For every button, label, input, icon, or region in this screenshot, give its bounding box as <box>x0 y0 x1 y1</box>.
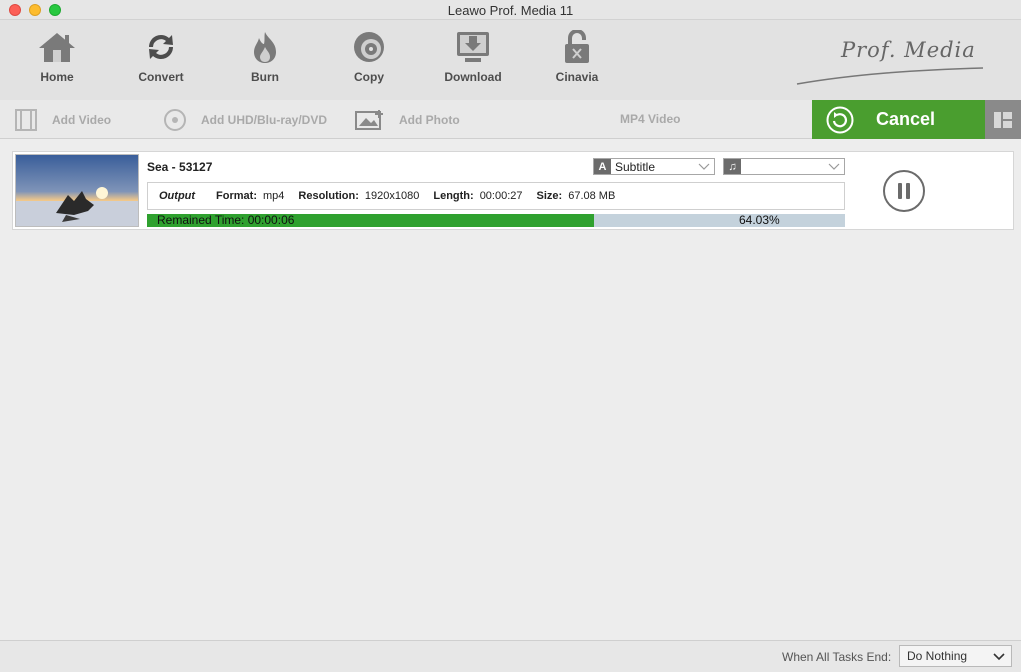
remained-time: Remained Time: 00:00:06 <box>157 213 295 227</box>
subtitle-icon: A <box>594 159 611 174</box>
sea-thumbnail-image <box>16 155 138 226</box>
chevron-down-icon <box>828 163 840 170</box>
cancel-refresh-icon <box>826 106 854 133</box>
chevron-down-icon <box>698 163 710 170</box>
disc-copy-icon <box>354 32 384 62</box>
title-bar: Leawo Prof. Media 11 <box>0 0 1021 20</box>
after-tasks-action-select[interactable]: Do Nothing <box>899 645 1012 667</box>
photo-icon <box>355 110 383 130</box>
toolbar-label: Copy <box>354 70 384 84</box>
toolbar-label: Home <box>40 70 74 84</box>
logo-text: Prof. Media <box>841 38 976 62</box>
toolbar-label: Convert <box>138 70 184 84</box>
length-key: Length: <box>433 190 474 202</box>
output-info-box: Output Format: mp4 Resolution: 1920x1080… <box>147 182 845 210</box>
audio-track-dropdown[interactable]: ♫ <box>723 158 845 175</box>
logo-swoosh-icon <box>796 67 984 85</box>
toolbar-convert-button[interactable]: Convert <box>121 30 201 84</box>
toolbar-label: Download <box>444 70 502 84</box>
resolution-value: 1920x1080 <box>364 190 420 202</box>
toolbar-copy-button[interactable]: Copy <box>329 30 409 84</box>
pause-button[interactable] <box>883 170 925 212</box>
video-thumbnail <box>15 154 139 227</box>
convert-icon <box>148 34 174 60</box>
toolbar-download-button[interactable]: Download <box>433 30 513 84</box>
status-bar: When All Tasks End: Do Nothing <box>0 640 1021 672</box>
panel-icon <box>994 111 1012 128</box>
length-value: 00:00:27 <box>479 190 523 202</box>
disc-icon <box>164 109 186 131</box>
chevron-down-icon <box>993 653 1005 661</box>
resolution-key: Resolution: <box>298 190 359 202</box>
main-toolbar: Home Convert Burn Copy Download Cinavia … <box>0 20 1021 100</box>
output-label: Output <box>159 190 196 202</box>
music-note-icon: ♫ <box>724 159 741 174</box>
when-tasks-end-label: When All Tasks End: <box>782 650 892 664</box>
brand-logo: Prof. Media <box>795 36 985 88</box>
progress-percent: 64.03% <box>739 213 780 227</box>
subtitle-dropdown[interactable]: A Subtitle <box>593 158 715 175</box>
format-key: Format: <box>216 190 257 202</box>
after-tasks-action-value: Do Nothing <box>907 649 968 663</box>
toolbar-label: Burn <box>251 70 279 84</box>
size-value: 67.08 MB <box>568 190 616 202</box>
flame-icon <box>254 32 276 63</box>
add-photo-label: Add Photo <box>399 113 460 127</box>
add-disc-label: Add UHD/Blu-ray/DVD <box>201 113 328 127</box>
sub-toolbar: Add Video Add UHD/Blu-ray/DVD Add Photo … <box>0 100 1021 139</box>
size-key: Size: <box>536 190 563 202</box>
add-video-button[interactable]: Add Video <box>14 109 111 131</box>
home-icon <box>39 33 75 62</box>
format-value: mp4 <box>263 190 285 202</box>
download-icon <box>457 32 489 62</box>
sidebar-toggle-button[interactable] <box>985 100 1021 139</box>
add-photo-button[interactable]: Add Photo <box>355 109 460 131</box>
pause-icon <box>906 183 910 199</box>
task-row: Sea - 53127 A Subtitle ♫ Output Format: … <box>12 151 1014 230</box>
output-format-selector[interactable]: MP4 Video <box>620 112 680 126</box>
cancel-button[interactable]: Cancel <box>812 100 985 139</box>
toolbar-label: Cinavia <box>555 70 599 84</box>
toolbar-cinavia-button[interactable]: Cinavia <box>537 30 617 84</box>
subtitle-label: Subtitle <box>615 159 656 174</box>
pause-icon <box>898 183 902 199</box>
conversion-progress-bar: Remained Time: 00:00:06 64.03% <box>147 214 845 227</box>
cancel-label: Cancel <box>876 109 936 129</box>
window-title: Leawo Prof. Media 11 <box>447 3 574 18</box>
unlock-icon <box>565 30 589 63</box>
toolbar-home-button[interactable]: Home <box>17 30 97 84</box>
task-file-name: Sea - 53127 <box>147 160 213 174</box>
toolbar-burn-button[interactable]: Burn <box>225 30 305 84</box>
add-disc-button[interactable]: Add UHD/Blu-ray/DVD <box>163 109 327 131</box>
add-video-label: Add Video <box>52 113 112 127</box>
film-icon <box>15 109 37 131</box>
